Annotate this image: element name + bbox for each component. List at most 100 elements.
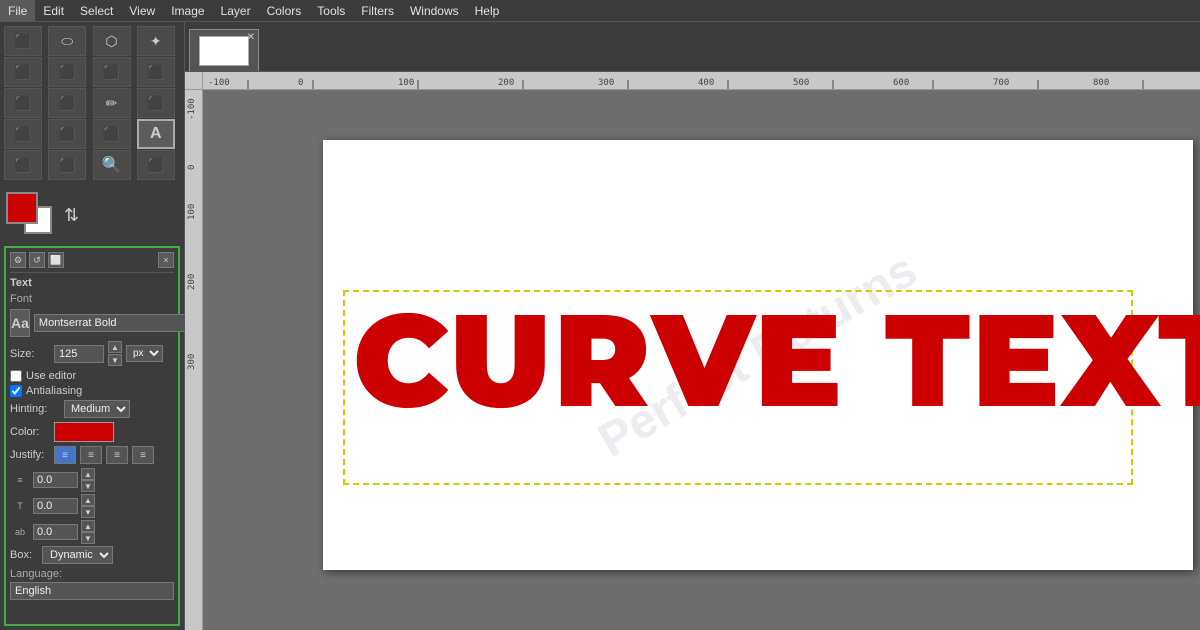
eraser-tool[interactable]: ⬛ (4, 119, 42, 149)
menu-help[interactable]: Help (467, 0, 508, 21)
ruler-row: -100 0 100 200 300 400 500 (185, 72, 1200, 90)
svg-text:-100: -100 (187, 98, 197, 120)
panel-icon-1[interactable]: ⚙ (10, 252, 26, 268)
svg-text:800: 800 (1093, 78, 1109, 88)
svg-text:300: 300 (187, 354, 197, 370)
use-editor-row: Use editor (10, 370, 174, 382)
svg-text:0: 0 (187, 165, 197, 170)
panel-icon-3[interactable]: ⬜ (48, 252, 64, 268)
font-name-input[interactable] (34, 314, 186, 332)
letter-spacing-input[interactable] (33, 498, 78, 514)
letter-spacing-down[interactable]: ▼ (81, 506, 95, 518)
free-select-tool[interactable]: ⬡ (93, 26, 131, 56)
color-row: Color: (10, 422, 174, 442)
menu-file[interactable]: File (0, 0, 35, 21)
image-tab[interactable]: ✕ (189, 29, 259, 71)
color-picker-tool[interactable]: ⬛ (137, 150, 175, 180)
panel-title: Text (10, 277, 174, 289)
airbrush-tool[interactable]: ⬛ (48, 119, 86, 149)
justify-fill-btn[interactable]: ≡ (132, 446, 154, 464)
hinting-select[interactable]: Medium None Slight Full (64, 400, 130, 418)
unit-select[interactable]: px pt (126, 345, 163, 362)
word-spacing-up[interactable]: ▲ (81, 520, 95, 532)
svg-text:200: 200 (498, 78, 514, 88)
ellipse-select-tool[interactable]: ⬭ (48, 26, 86, 56)
menu-edit[interactable]: Edit (35, 0, 72, 21)
swap-colors-icon[interactable]: ⇅ (64, 205, 79, 226)
paintbrush-tool[interactable]: ⬛ (137, 88, 175, 118)
line-spacing-down[interactable]: ▼ (81, 480, 95, 492)
font-select-row: Aa (10, 309, 174, 337)
ruler-corner (185, 72, 203, 90)
zoom-tool[interactable]: 🔍 (93, 150, 131, 180)
font-row: Font (10, 293, 174, 305)
menu-view[interactable]: View (121, 0, 163, 21)
box-row: Box: Dynamic Fixed (10, 546, 174, 564)
path-tool[interactable]: ⬛ (4, 150, 42, 180)
size-input[interactable] (54, 345, 104, 363)
language-input[interactable] (10, 582, 174, 600)
word-spacing-input[interactable] (33, 524, 78, 540)
svg-text:500: 500 (793, 78, 809, 88)
crop-tool[interactable]: ⬛ (4, 57, 42, 87)
svg-text:100: 100 (398, 78, 414, 88)
flip-tool[interactable]: ⬛ (137, 57, 175, 87)
justify-right-btn[interactable]: ≡ (106, 446, 128, 464)
measure-tool[interactable]: ⬛ (48, 150, 86, 180)
antialiasing-checkbox[interactable] (10, 385, 22, 397)
transform-tool[interactable]: ⬛ (48, 57, 86, 87)
menu-windows[interactable]: Windows (402, 0, 467, 21)
canvas-area: -100 0 100 200 300 400 500 (185, 72, 1200, 630)
pencil-tool[interactable]: ✏ (93, 88, 131, 118)
text-tool[interactable]: A (137, 119, 175, 149)
use-editor-checkbox[interactable] (10, 370, 22, 382)
menu-colors[interactable]: Colors (259, 0, 310, 21)
menu-tools[interactable]: Tools (309, 0, 353, 21)
vertical-ruler: -100 0 100 200 300 (185, 90, 203, 630)
blend-tool[interactable]: ⬛ (48, 88, 86, 118)
line-spacing-input[interactable] (33, 472, 78, 488)
swatch-container (6, 192, 56, 238)
size-up-btn[interactable]: ▲ (108, 341, 122, 353)
size-label: Size: (10, 348, 50, 360)
justify-left-btn[interactable]: ≡ (54, 446, 76, 464)
perspective-tool[interactable]: ⬛ (93, 57, 131, 87)
panel-header-icons: ⚙ ↺ ⬜ (10, 252, 64, 268)
svg-text:-100: -100 (208, 78, 230, 88)
menu-layer[interactable]: Layer (213, 0, 259, 21)
svg-text:300: 300 (598, 78, 614, 88)
foreground-color-swatch[interactable] (6, 192, 38, 224)
word-spacing-row: ab ▲ ▼ (10, 520, 174, 544)
word-spacing-down[interactable]: ▼ (81, 532, 95, 544)
color-label: Color: (10, 426, 50, 438)
language-label: Language: (10, 568, 174, 580)
menu-filters[interactable]: Filters (353, 0, 402, 21)
menu-image[interactable]: Image (163, 0, 212, 21)
letter-spacing-up[interactable]: ▲ (81, 494, 95, 506)
text-color-swatch[interactable] (54, 422, 114, 442)
justify-row: Justify: ≡ ≡ ≡ ≡ (10, 446, 174, 464)
fuzzy-select-tool[interactable]: ✦ (137, 26, 175, 56)
justify-center-btn[interactable]: ≡ (80, 446, 102, 464)
panel-close-icon[interactable]: × (158, 252, 174, 268)
color-swatches-area: ⇅ (0, 188, 184, 242)
size-row: Size: ▲ ▼ px pt (10, 341, 174, 366)
ruler-svg: -100 0 100 200 300 400 500 (203, 72, 1200, 90)
font-preview: Aa (10, 309, 30, 337)
svg-text:600: 600 (893, 78, 909, 88)
use-editor-label: Use editor (26, 370, 76, 382)
tab-close-btn[interactable]: ✕ (247, 32, 255, 43)
hinting-label: Hinting: (10, 403, 60, 415)
clone-tool[interactable]: ⬛ (93, 119, 131, 149)
bucket-fill-tool[interactable]: ⬛ (4, 88, 42, 118)
svg-text:100: 100 (187, 204, 197, 220)
canvas-scroll[interactable]: -100 0 100 200 300 Perfect Returns (185, 90, 1200, 630)
rect-select-tool[interactable]: ⬛ (4, 26, 42, 56)
right-area: ✕ -100 0 100 200 (185, 22, 1200, 630)
size-down-btn[interactable]: ▼ (108, 354, 122, 366)
panel-icon-2[interactable]: ↺ (29, 252, 45, 268)
line-spacing-up[interactable]: ▲ (81, 468, 95, 480)
font-label: Font (10, 293, 32, 305)
menu-select[interactable]: Select (72, 0, 121, 21)
box-select[interactable]: Dynamic Fixed (42, 546, 113, 564)
